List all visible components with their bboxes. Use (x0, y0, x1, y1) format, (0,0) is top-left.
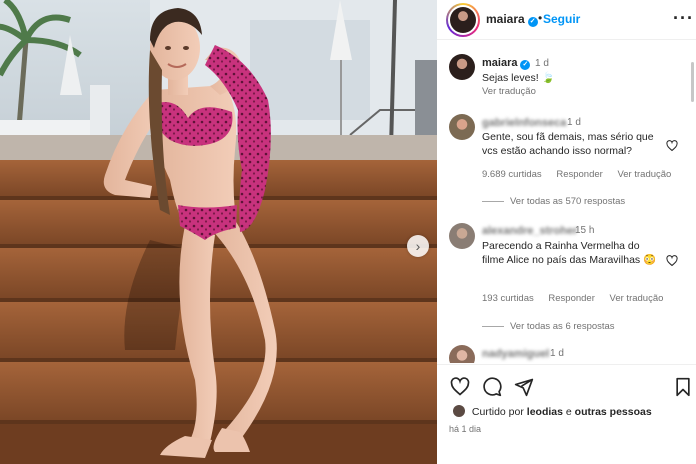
caption-avatar[interactable] (449, 54, 475, 80)
liked-by-prefix: Curtido por (471, 406, 524, 418)
comment-username[interactable]: nadyamiguel (482, 348, 549, 360)
translate-link[interactable]: Ver tradução (610, 293, 664, 304)
liked-by-line: Curtido por leodias e outras pessoas (453, 405, 652, 418)
caption-translate-link[interactable]: Ver tradução (482, 86, 548, 97)
share-icon[interactable] (514, 377, 534, 397)
follow-button[interactable]: Seguir (543, 12, 580, 26)
post-photo[interactable]: › (0, 0, 437, 464)
comments-list: maiara ✓ 1 d Sejas leves! 🍃 Ver tradução … (437, 48, 696, 363)
save-bookmark-icon[interactable] (673, 377, 693, 397)
caption-time: 1 d (535, 58, 549, 69)
comment-icon[interactable] (482, 377, 502, 397)
comment-avatar[interactable] (449, 114, 475, 140)
comment-username[interactable]: gabrielnfonseca (482, 117, 566, 129)
post-actions: Curtido por leodias e outras pessoas há … (437, 364, 696, 464)
username-link[interactable]: maiara ✓ (486, 12, 538, 27)
caption-text: Sejas leves! 🍃 (482, 72, 555, 84)
reply-button[interactable]: Responder (548, 293, 594, 304)
caption-username[interactable]: maiara ✓ (482, 57, 531, 70)
liked-by-user-link[interactable]: leodias (527, 406, 563, 418)
next-photo-button[interactable]: › (407, 235, 429, 257)
liked-by-suffix: e (565, 406, 572, 418)
reply-button[interactable]: Responder (556, 169, 602, 180)
translate-link[interactable]: Ver tradução (617, 169, 671, 180)
comment-time: 1 d (550, 348, 564, 359)
comment-meta: 193 curtidas Responder Ver tradução (482, 293, 675, 304)
comment-time: 15 h (575, 225, 595, 236)
verified-badge-icon: ✓ (527, 17, 538, 27)
post-panel: maiara ✓ • Seguir ··· maiara ✓ 1 d Sejas l… (437, 0, 696, 464)
verified-badge-icon: ✓ (520, 60, 531, 70)
heart-icon[interactable] (666, 140, 678, 152)
liker-avatar[interactable] (453, 405, 465, 417)
like-heart-icon[interactable] (450, 377, 470, 397)
avatar[interactable] (446, 3, 480, 37)
comment-avatar[interactable] (449, 223, 475, 249)
heart-icon[interactable] (666, 255, 678, 267)
comment-username[interactable]: alexandre_stroher (482, 225, 577, 237)
more-horizontal-icon[interactable]: ··· (673, 8, 694, 29)
comment-likes[interactable]: 9.689 curtidas (482, 169, 542, 180)
comment-text: Parecendo a Rainha Vermelha do filme Ali… (482, 240, 657, 266)
view-replies-link[interactable]: Ver todas as 6 respostas (482, 321, 615, 332)
photo-scene (0, 0, 437, 464)
comment-text: Gente, sou fã demais, mas sério que vcs … (482, 131, 654, 157)
comment-avatar[interactable] (449, 345, 475, 363)
post-time[interactable]: há 1 dia (449, 424, 481, 434)
comment-meta: 9.689 curtidas Responder Ver tradução (482, 169, 683, 180)
post-header: maiara ✓ • Seguir ··· (437, 0, 696, 40)
separator-dot: • (538, 11, 543, 25)
comment-time: 1 d (567, 117, 581, 128)
liked-by-others-link[interactable]: outras pessoas (575, 406, 652, 418)
comment-likes[interactable]: 193 curtidas (482, 293, 534, 304)
view-replies-link[interactable]: Ver todas as 570 respostas (482, 196, 625, 207)
